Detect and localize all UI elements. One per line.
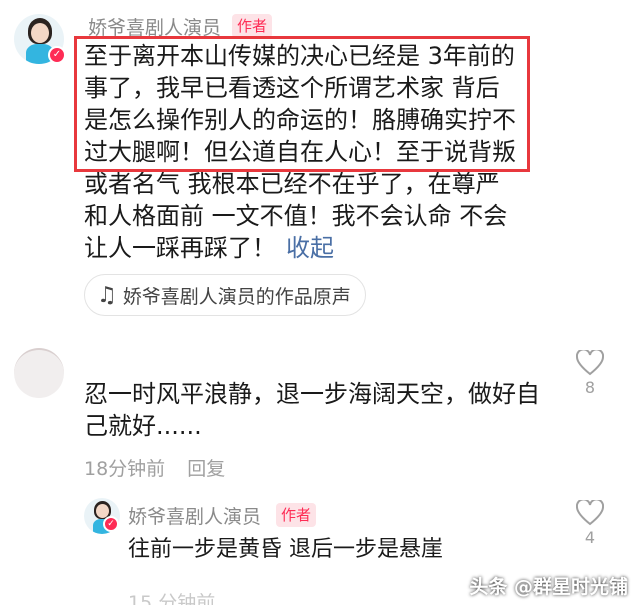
verified-icon: ✓: [103, 516, 119, 532]
original-sound-chip[interactable]: ♫ 娇爷喜剧人演员的作品原声: [84, 274, 366, 316]
comment-meta: 18分钟前 回复: [84, 454, 225, 481]
comment-line-last: 让人一踩再踩了！ 收起: [84, 232, 554, 264]
like-button[interactable]: 4: [570, 500, 610, 547]
heart-icon: [576, 350, 604, 376]
highlight-box: [74, 36, 530, 172]
reply-body: 往前一步是黄昏 退后一步是悬崖: [128, 537, 443, 562]
commenter-avatar[interactable]: [14, 348, 64, 398]
like-button[interactable]: 8: [570, 350, 610, 397]
comment-line: 让人一踩再踩了！: [84, 234, 276, 262]
like-count: 8: [584, 378, 596, 397]
comment-line: 忍一时风平浪静，退一步海阔天空，做好自: [84, 380, 540, 408]
comment-body: 忍一时风平浪静，退一步海阔天空，做好自 己就好......: [84, 378, 554, 442]
reply-username[interactable]: 娇爷喜剧人演员: [128, 502, 261, 529]
comment-time: 18分钟前: [84, 458, 166, 480]
author-badge: 作者: [276, 503, 317, 527]
avatar-face: [31, 23, 49, 43]
reply-time: 15 分钟前: [128, 592, 216, 605]
sound-label: 娇爷喜剧人演员的作品原声: [122, 285, 351, 308]
collapse-link[interactable]: 收起: [286, 234, 334, 262]
author-badge: 作者: [232, 14, 273, 38]
comment-line: 己就好......: [84, 412, 202, 440]
music-note-icon: ♫: [97, 282, 117, 308]
comment-line: 和人格面前 一文不值！我不会认命 不会: [84, 202, 508, 230]
watermark: 头条 @群星时光铺: [469, 576, 628, 598]
comment-line: 或者名气 我根本已经不在乎了，在尊严: [84, 170, 500, 198]
like-count: 4: [584, 528, 596, 547]
heart-icon: [576, 500, 604, 526]
reply-button[interactable]: 回复: [187, 458, 225, 480]
verified-icon: ✓: [48, 46, 66, 64]
